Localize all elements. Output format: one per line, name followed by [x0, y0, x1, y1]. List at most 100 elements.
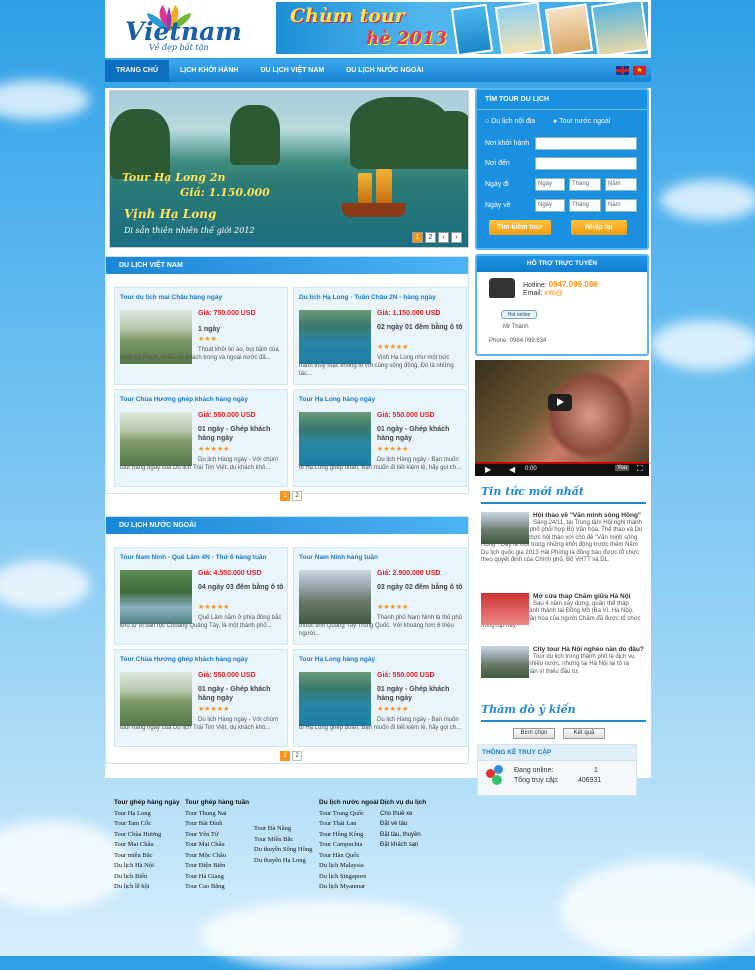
footer-link[interactable]: Tour Hà Giang	[185, 872, 249, 883]
from-input[interactable]	[535, 137, 637, 150]
footer-link[interactable]: Du lịch Singapore	[319, 872, 379, 883]
page-button[interactable]: 2	[292, 491, 302, 501]
tour-card[interactable]: Tour du lịch mai Châu hàng ngày Giá: 750…	[114, 287, 288, 385]
tour-card[interactable]: Du lịch Hạ Long - Tuần Châu 2N - hàng ng…	[293, 287, 467, 385]
radio-foreign[interactable]: ● Tour nước ngoài	[553, 118, 610, 125]
nav-schedule[interactable]: LỊCH KHỞI HÀNH	[169, 60, 249, 82]
news-title[interactable]: Hội thảo về "Văn minh sông Hồng"	[533, 512, 646, 520]
hero-slider[interactable]: Tour Hạ Long 2n Giá: 1.150.000 Vịnh Hạ L…	[109, 90, 469, 248]
youtube-icon[interactable]: You	[615, 465, 630, 471]
return-month-select[interactable]: Tháng	[569, 199, 601, 212]
tour-card[interactable]: Tour Nam Ninh - Quế Lâm 4N - Thứ 6 hàng …	[114, 547, 288, 645]
depart-year-select[interactable]: Năm	[605, 178, 637, 191]
footer-link[interactable]: Đặt tàu, thuyền	[380, 830, 426, 841]
footer-link[interactable]: Du lịch Myanmar	[319, 882, 379, 893]
tour-title[interactable]: Tour Chùa Hương ghép khách hàng ngày	[120, 396, 248, 403]
footer-link[interactable]: Tour Mai Châu	[185, 840, 249, 851]
news-item[interactable]: Hội thảo về "Văn minh sông Hồng" Sáng 24…	[481, 512, 646, 590]
footer-link[interactable]: Tour Mộc Châu	[185, 851, 249, 862]
tour-card[interactable]: Tour Chùa Hương ghép khách hàng ngày Giá…	[114, 649, 288, 747]
play-icon[interactable]	[548, 394, 572, 411]
page-button[interactable]: 1	[280, 491, 290, 501]
tour-title[interactable]: Tour Hạ Long hàng ngày	[299, 396, 375, 403]
volume-icon[interactable]: ◀	[509, 465, 515, 474]
tour-card[interactable]: Tour Hạ Long hàng ngày Giá: 550.000 USD …	[293, 389, 467, 487]
reset-button[interactable]: Nhập lại	[571, 220, 627, 235]
progress-bar[interactable]	[475, 462, 649, 464]
email-link[interactable]: info@	[544, 290, 562, 297]
footer-link[interactable]: Tour Đà Nẵng	[254, 824, 312, 835]
tour-card[interactable]: Tour Hạ Long hàng ngày Giá: 550.000 USD …	[293, 649, 467, 747]
tour-title[interactable]: Tour Nam Ninh - Quế Lâm 4N - Thứ 6 hàng …	[120, 554, 267, 561]
news-title[interactable]: Mở cửa tháp Chăm giữa Hà Nội	[533, 593, 646, 601]
footer-link[interactable]: Tour Hồng Kông	[319, 830, 379, 841]
vietnam-flag-icon[interactable]: ★	[633, 66, 646, 75]
footer-link[interactable]: Du thuyền Hạ Long	[254, 856, 312, 867]
footer-link[interactable]: Tour Yên Tử	[185, 830, 249, 841]
footer-link[interactable]: Tour Tam Cốc	[114, 819, 180, 830]
footer-link[interactable]: Tour Thung Nai	[185, 809, 249, 820]
tour-title[interactable]: Tour Nam Ninh hàng tuần	[299, 554, 378, 561]
radio-domestic[interactable]: ○ Du lịch nội địa	[485, 118, 535, 125]
depart-day-select[interactable]: Ngày	[535, 178, 565, 191]
radio-icon[interactable]: ●	[553, 118, 557, 125]
slider-page[interactable]: 1	[412, 232, 423, 243]
news-image[interactable]	[481, 646, 529, 678]
tour-card[interactable]: Tour Nam Ninh hàng tuần Giá: 2.900.000 U…	[293, 547, 467, 645]
page-button[interactable]: 1	[280, 751, 290, 761]
footer-link[interactable]: Tour Miền Bắc	[254, 835, 312, 846]
english-flag-icon[interactable]	[616, 66, 629, 75]
radio-icon[interactable]: ○	[485, 118, 489, 125]
vote-button[interactable]: Bình chọn	[513, 728, 555, 739]
footer-link[interactable]: Du lịch lễ hội	[114, 882, 180, 893]
news-image[interactable]	[481, 512, 529, 544]
footer-link[interactable]: Tour Mai Châu	[114, 840, 180, 851]
footer-link[interactable]: Du lịch Biển	[114, 872, 180, 883]
site-logo[interactable]: Vietnam Vẻ đẹp bất tận	[109, 3, 275, 55]
search-button[interactable]: Tìm kiếm tour	[489, 220, 551, 235]
tour-title[interactable]: Du lịch Hạ Long - Tuần Châu 2N - hàng ng…	[299, 294, 436, 301]
summer-tour-banner[interactable]: Chùm tour hè 2013	[276, 2, 648, 54]
nav-foreign-tours[interactable]: DU LỊCH NƯỚC NGOÀI	[335, 60, 434, 82]
fullscreen-icon[interactable]: ⛶	[637, 464, 643, 474]
footer-link[interactable]: Du lịch Malaysia	[319, 861, 379, 872]
footer-link[interactable]: Tour Bái Đính	[185, 819, 249, 830]
depart-month-select[interactable]: Tháng	[569, 178, 601, 191]
footer-link[interactable]: Tour miền Bắc	[114, 851, 180, 862]
slider-page[interactable]: 2	[425, 232, 436, 243]
slider-next-icon[interactable]: ›	[451, 232, 462, 243]
news-title[interactable]: City tour Hà Nội nghèo nàn do đâu?	[533, 646, 646, 654]
footer-link[interactable]: Tour Thái Lan	[319, 819, 379, 830]
return-year-select[interactable]: Năm	[605, 199, 637, 212]
nav-home[interactable]: TRANG CHỦ	[105, 60, 169, 82]
slider-prev-icon[interactable]: ‹	[438, 232, 449, 243]
to-input[interactable]	[535, 157, 637, 170]
footer-link[interactable]: Du thuyền Sông Hồng	[254, 845, 312, 856]
footer-link[interactable]: Tour Trung Quốc	[319, 809, 379, 820]
news-item[interactable]: Mở cửa tháp Chăm giữa Hà Nội Sau 4 năm x…	[481, 593, 646, 639]
tour-title[interactable]: Tour Chùa Hương ghép khách hàng ngày	[120, 656, 248, 663]
footer-link[interactable]: Tour Cao Bằng	[185, 882, 249, 893]
footer-link[interactable]: Tour Hàn Quốc	[319, 851, 379, 862]
tour-title[interactable]: Tour Hạ Long hàng ngày	[299, 656, 375, 663]
play-small-icon[interactable]: ▶	[485, 465, 491, 474]
tour-card[interactable]: Tour Chùa Hương ghép khách hàng ngày Giá…	[114, 389, 288, 487]
return-day-select[interactable]: Ngày	[535, 199, 565, 212]
hotline-number[interactable]: 0947.099.086	[549, 280, 598, 289]
footer-link[interactable]: Du lịch Hà Nội	[114, 861, 180, 872]
footer-link[interactable]: Tour Hạ Long	[114, 809, 180, 820]
news-image[interactable]	[481, 593, 529, 625]
footer-link[interactable]: Đặt vé tàu	[380, 819, 426, 830]
footer-link[interactable]: Tour Chùa Hương	[114, 830, 180, 841]
news-item[interactable]: City tour Hà Nội nghèo nàn do đâu? Tour …	[481, 646, 646, 696]
page-button[interactable]: 2	[292, 751, 302, 761]
skype-status-badge[interactable]: Hot online	[501, 310, 537, 319]
result-button[interactable]: Kết quả	[563, 728, 605, 739]
footer-link[interactable]: Tour Campuchia	[319, 840, 379, 851]
video-player[interactable]: ▶ ◀ 0:00 You ⛶	[475, 360, 649, 476]
footer-link[interactable]: Cho thuê xe	[380, 809, 426, 820]
footer-link[interactable]: Đặt khách sạn	[380, 840, 426, 851]
nav-vietnam-tours[interactable]: DU LỊCH VIỆT NAM	[249, 60, 335, 82]
tour-title[interactable]: Tour du lịch mai Châu hàng ngày	[120, 294, 222, 301]
footer-link[interactable]: Tour Điện Biên	[185, 861, 249, 872]
